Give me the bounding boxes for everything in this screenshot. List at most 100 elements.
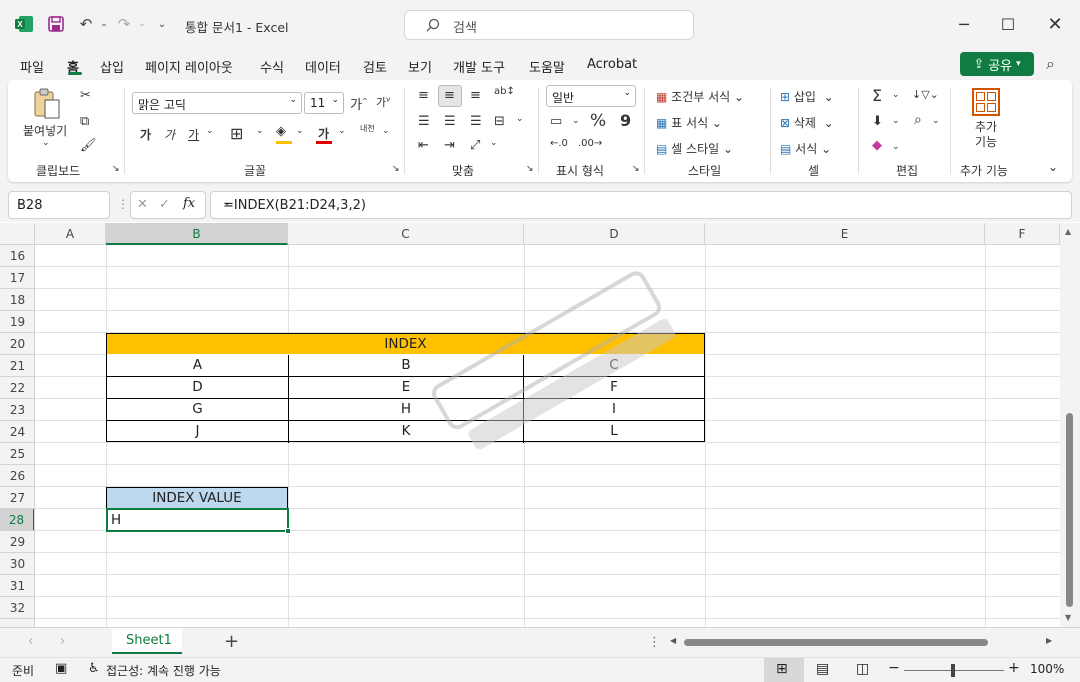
decrease-indent-icon[interactable]: ⇤	[418, 138, 429, 153]
row-header[interactable]: 27	[0, 487, 34, 509]
fill-color-icon[interactable]: ◈	[276, 124, 286, 139]
accessibility-status[interactable]: 접근성: 계속 진행 가능	[106, 662, 221, 679]
phonetic-guide-icon[interactable]: 내천	[360, 124, 376, 133]
row-header[interactable]: 31	[0, 575, 34, 597]
chevron-down-icon[interactable]: ⌄	[892, 116, 900, 126]
chevron-down-icon[interactable]: ⌄	[572, 116, 580, 126]
chevron-down-icon[interactable]: ⌄	[516, 114, 524, 124]
table-cell[interactable]: G	[107, 399, 288, 421]
table-cell[interactable]: C	[524, 355, 704, 377]
tab-formulas[interactable]: 수식	[260, 57, 284, 76]
align-bottom-icon[interactable]: ≡	[470, 88, 481, 103]
vertical-scroll-thumb[interactable]	[1066, 413, 1073, 607]
chevron-down-icon[interactable]: ⌄	[296, 126, 304, 136]
paste-icon[interactable]	[32, 88, 62, 120]
tab-review[interactable]: 검토	[363, 57, 387, 76]
minimize-button[interactable]: ─	[944, 10, 984, 38]
number-format-select[interactable]: 일반 ⌄	[546, 85, 636, 107]
page-break-view-icon[interactable]: ◫	[856, 661, 869, 677]
zoom-level[interactable]: 100%	[1030, 662, 1064, 676]
number-launcher-icon[interactable]: ↘	[632, 164, 640, 174]
fill-handle[interactable]	[285, 528, 291, 534]
customize-toolbar-icon[interactable]: ⌄	[152, 14, 172, 34]
underline-button[interactable]: 가	[188, 126, 199, 143]
table-cell[interactable]: J	[107, 421, 288, 443]
worksheet-grid[interactable]: INDEX A B C D E F G H I J K L INDEX VALU…	[35, 245, 1060, 627]
accessibility-icon[interactable]: ♿	[88, 661, 100, 676]
tab-insert[interactable]: 삽입	[100, 57, 124, 76]
format-painter-icon[interactable]: 🖌	[80, 138, 97, 153]
add-sheet-icon[interactable]: +	[224, 631, 239, 652]
name-box[interactable]: B28 ⌄	[8, 191, 110, 219]
expand-formula-icon[interactable]: ⌄	[223, 197, 1065, 208]
align-center-icon[interactable]: ☰	[444, 114, 456, 129]
select-all-button[interactable]	[0, 223, 35, 245]
clear-icon[interactable]: ◆	[872, 138, 882, 153]
tab-data[interactable]: 데이터	[305, 57, 341, 76]
alignment-launcher-icon[interactable]: ↘	[526, 164, 534, 174]
chevron-down-icon[interactable]: ⌄	[206, 126, 214, 136]
italic-button[interactable]: 가	[164, 126, 175, 143]
merge-center-icon[interactable]: ⊟	[494, 114, 505, 129]
scroll-left-icon[interactable]: ◀	[670, 636, 676, 645]
redo-dropdown-icon[interactable]: ⌄	[132, 14, 152, 34]
chevron-down-icon[interactable]: ⌄	[892, 90, 900, 100]
zoom-in-icon[interactable]: +	[1008, 660, 1020, 676]
tab-developer[interactable]: 개발 도구	[453, 57, 505, 76]
undo-icon[interactable]: ↶	[76, 14, 96, 34]
enter-icon[interactable]: ✓	[159, 197, 170, 212]
table-cell[interactable]: I	[524, 399, 704, 421]
redo-icon[interactable]: ↷	[114, 14, 134, 34]
accounting-format-icon[interactable]: ▭	[550, 114, 562, 129]
conditional-formatting-button[interactable]: ▦ 조건부 서식 ⌄	[656, 88, 744, 105]
row-header[interactable]: 16	[0, 245, 34, 267]
scroll-up-icon[interactable]: ▲	[1065, 227, 1071, 236]
add-ins-button[interactable]: 추가 기능	[968, 120, 1004, 150]
scroll-down-icon[interactable]: ▼	[1065, 613, 1071, 622]
maximize-button[interactable]: ☐	[988, 10, 1028, 38]
chevron-down-icon[interactable]: ⌄	[338, 126, 346, 136]
sort-filter-icon[interactable]: ↓▽⌄	[912, 88, 939, 101]
cut-icon[interactable]: ✂	[80, 88, 91, 103]
borders-icon[interactable]: ⊞	[230, 124, 243, 143]
scroll-right-icon[interactable]: ▶	[1046, 636, 1052, 645]
column-header-c[interactable]: C	[288, 223, 524, 245]
row-header[interactable]: 23	[0, 399, 34, 421]
horizontal-scroll-thumb[interactable]	[684, 639, 988, 646]
save-icon[interactable]	[46, 14, 66, 34]
sheet-tab-sheet1[interactable]: Sheet1	[112, 628, 182, 654]
column-header-e[interactable]: E	[705, 223, 985, 245]
next-sheet-icon[interactable]: ›	[60, 634, 65, 649]
tab-acrobat[interactable]: Acrobat	[587, 57, 637, 72]
index-value-label[interactable]: INDEX VALUE	[106, 487, 288, 509]
format-cells-button[interactable]: ▤ 서식 ⌄	[780, 140, 831, 157]
column-header-d[interactable]: D	[524, 223, 705, 245]
prev-sheet-icon[interactable]: ‹	[28, 634, 33, 649]
clipboard-launcher-icon[interactable]: ↘	[112, 164, 120, 174]
chevron-down-icon[interactable]: ⌄	[892, 142, 900, 152]
insert-function-icon[interactable]: fx	[183, 196, 195, 211]
align-right-icon[interactable]: ☰	[470, 114, 482, 129]
chevron-down-icon[interactable]: ⌄	[932, 116, 940, 126]
increase-indent-icon[interactable]: ⇥	[444, 138, 455, 153]
row-header[interactable]: 30	[0, 553, 34, 575]
search-box[interactable]: 검색	[404, 10, 694, 40]
row-header[interactable]: 20	[0, 333, 34, 355]
align-top-icon[interactable]: ≡	[418, 88, 429, 103]
row-header[interactable]: 21	[0, 355, 34, 377]
tab-help[interactable]: 도움말	[529, 57, 565, 76]
percent-style-button[interactable]: %	[590, 111, 606, 131]
vertical-scrollbar[interactable]: ▲ ▼	[1060, 223, 1080, 627]
font-name-select[interactable]: 맑은 고딕 ⌄	[132, 92, 302, 114]
chevron-down-icon[interactable]: ⌄	[490, 138, 498, 148]
font-launcher-icon[interactable]: ↘	[392, 164, 400, 174]
tab-page-layout[interactable]: 페이지 레이아웃	[145, 57, 233, 76]
tab-split-handle-icon[interactable]: ⋮	[648, 635, 661, 650]
orientation-icon[interactable]: ab↕	[494, 86, 515, 97]
close-button[interactable]: ✕	[1035, 10, 1075, 38]
decrease-decimal-icon[interactable]: .00→	[578, 138, 602, 149]
chevron-down-icon[interactable]: ⌄	[382, 126, 390, 136]
column-header-b[interactable]: B	[106, 223, 288, 245]
row-header[interactable]: 32	[0, 597, 34, 619]
table-cell[interactable]: F	[524, 377, 704, 399]
